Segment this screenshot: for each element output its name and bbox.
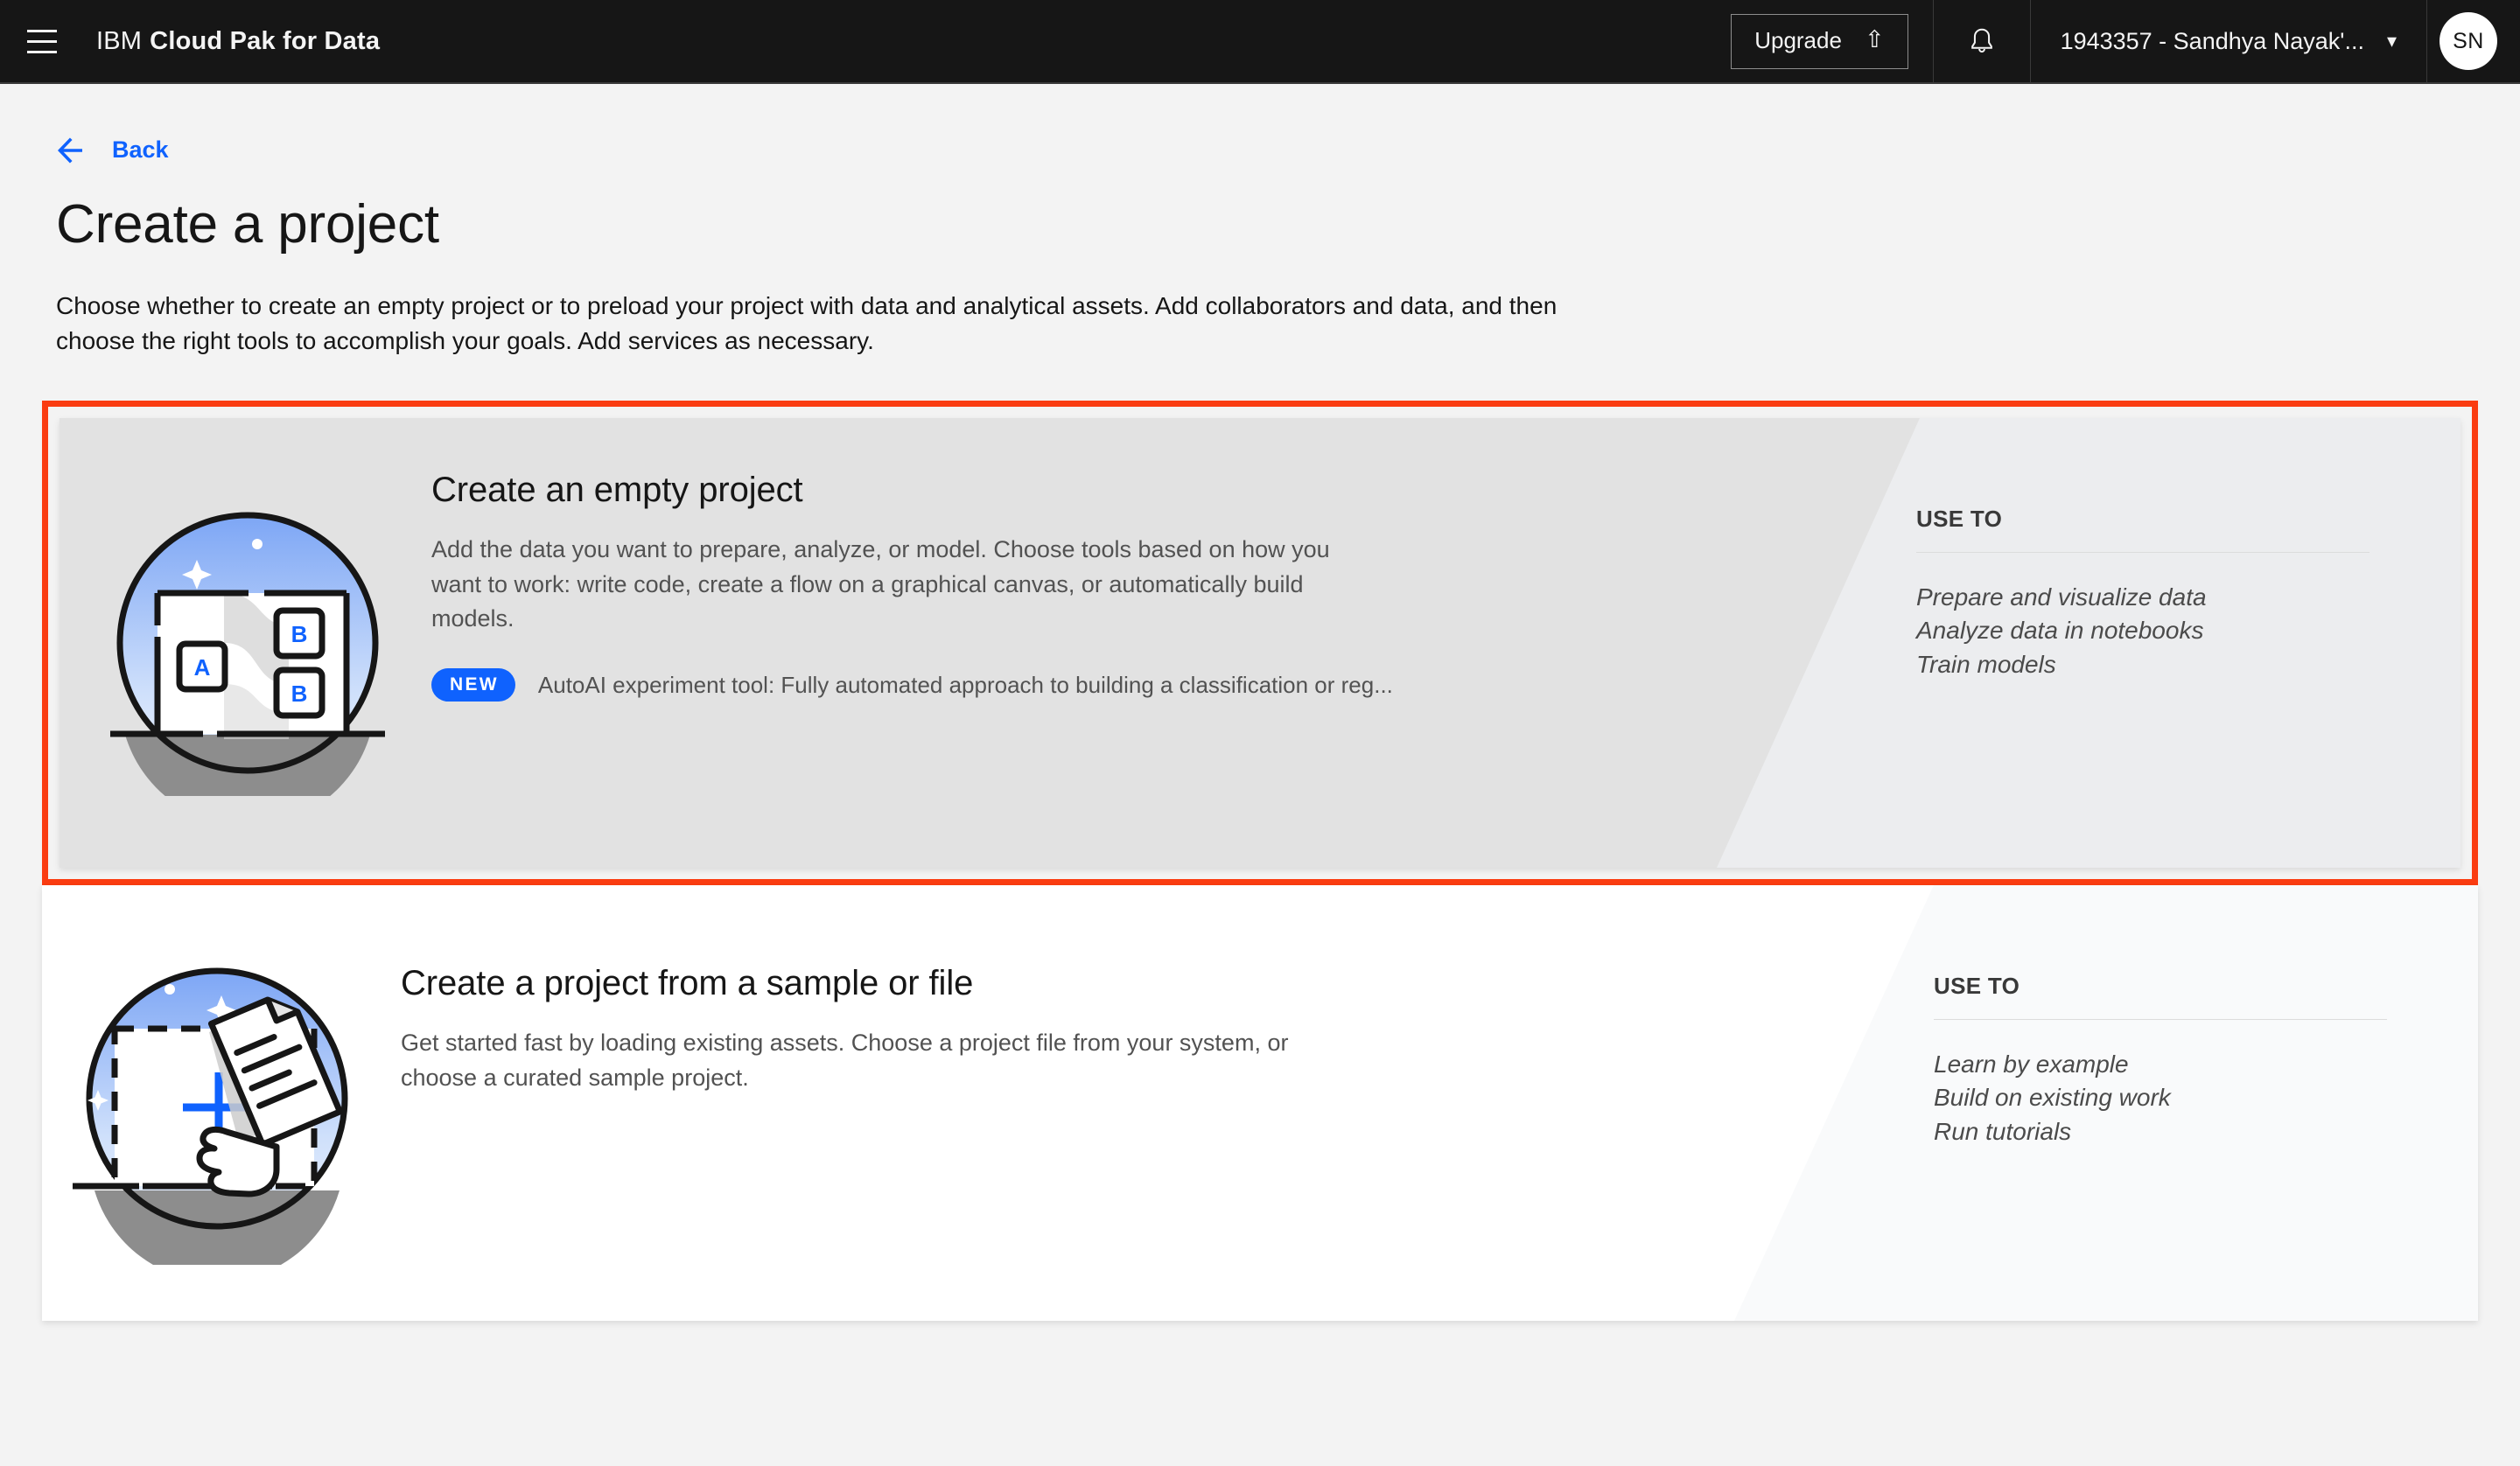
svg-text:B: B [291,681,308,707]
use-to-divider [1916,552,2370,553]
svg-text:A: A [194,654,211,681]
card-description: Get started fast by loading existing ass… [401,1026,1320,1095]
use-to-item: Train models [1916,648,2370,681]
upgrade-label: Upgrade [1754,27,1842,54]
card-title: Create an empty project [431,471,1420,510]
use-to-label: USE TO [1916,506,2370,533]
hamburger-bar [27,30,57,32]
bell-icon [1967,26,1997,56]
notifications-button[interactable] [1933,0,2030,82]
brand-title[interactable]: IBM Cloud Pak for Data [84,0,380,82]
page-body: Back Create a project Choose whether to … [0,84,2520,359]
card-sample-text: Create a project from a sample or file G… [401,885,1390,1095]
avatar: SN [2440,12,2497,70]
laptop-split-data-illustration: A B B [64,490,431,796]
card-sample-or-file-container: Create a project from a sample or file G… [42,885,2478,1321]
card-title: Create a project from a sample or file [401,964,1390,1003]
brand-prefix: IBM [96,27,142,56]
avatar-container[interactable]: SN [2426,0,2520,82]
use-to-divider [1934,1019,2387,1020]
card-empty-project[interactable]: A B B Create an empty project Add the da… [60,418,2460,868]
use-to-item: Learn by example [1934,1048,2387,1081]
up-arrow-icon: ⇧ [1865,28,1885,52]
card-description: Add the data you want to prepare, analyz… [431,533,1350,637]
back-link[interactable]: Back [56,136,169,164]
back-label: Back [112,136,169,164]
account-switcher[interactable]: 1943357 - Sandhya Nayak'... ▾ [2030,0,2426,82]
card-empty-project-text: Create an empty project Add the data you… [431,418,1420,702]
card-note-text: AutoAI experiment tool: Fully automated … [538,672,1393,699]
arrow-left-icon [56,137,91,164]
card-note-row: NEW AutoAI experiment tool: Fully automa… [431,668,1420,702]
page-title: Create a project [56,193,2520,255]
card-sample-or-file[interactable]: Create a project from a sample or file G… [42,885,2478,1321]
use-to-panel: USE TO Prepare and visualize data Analyz… [1916,506,2370,681]
page-description: Choose whether to create an empty projec… [56,289,1622,359]
use-to-item: Build on existing work [1934,1081,2387,1114]
header-actions: Upgrade ⇧ 1943357 - Sandhya Nayak'... ▾ … [1731,0,2520,82]
upgrade-button[interactable]: Upgrade ⇧ [1731,14,1908,69]
new-badge: NEW [431,668,515,702]
chevron-down-icon: ▾ [2387,31,2397,51]
use-to-item: Analyze data in notebooks [1916,614,2370,647]
use-to-item: Prepare and visualize data [1916,581,2370,614]
dashed-box-plus-document-illustration [42,941,401,1265]
use-to-item: Run tutorials [1934,1115,2387,1148]
hamburger-menu-icon[interactable] [0,0,84,82]
card-empty-project-selection-outline: A B B Create an empty project Add the da… [42,401,2478,885]
use-to-panel: USE TO Learn by example Build on existin… [1934,973,2387,1148]
svg-text:B: B [291,621,308,647]
app-header: IBM Cloud Pak for Data Upgrade ⇧ 1943357… [0,0,2520,84]
hamburger-bar [27,40,57,43]
account-label: 1943357 - Sandhya Nayak'... [2061,28,2364,55]
hamburger-bar [27,51,57,53]
brand-name: Cloud Pak for Data [150,27,380,56]
use-to-label: USE TO [1934,973,2387,1000]
